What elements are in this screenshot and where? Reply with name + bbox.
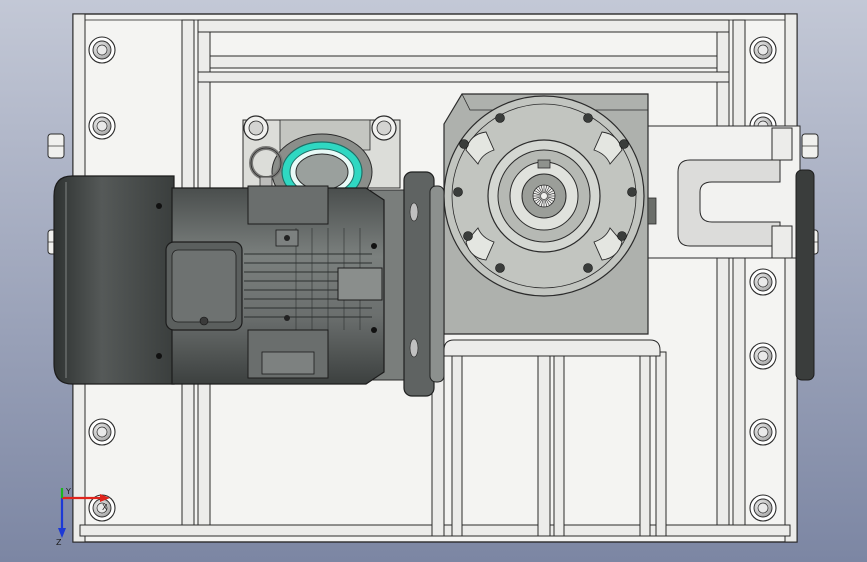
top-beam-3 xyxy=(197,71,730,83)
motor-fan-cover xyxy=(53,175,175,385)
hex-bolt-icon xyxy=(749,268,777,296)
gearbox-screw xyxy=(463,231,473,241)
gearbox-screw xyxy=(617,231,627,241)
hex-bolt-icon xyxy=(749,36,777,64)
cad-drawing[interactable]: X Y Z xyxy=(0,0,867,562)
triad-y-label: Y xyxy=(65,487,71,496)
right-inner-rail-2 xyxy=(732,19,746,537)
gearbox-screw xyxy=(495,113,505,123)
hex-bolt-icon xyxy=(88,112,116,140)
gearbox-screw xyxy=(495,263,505,273)
triad-z-label: Z xyxy=(56,538,62,547)
gearbox-screw xyxy=(453,187,463,197)
side-nut xyxy=(801,133,819,159)
top-beam xyxy=(197,19,730,33)
right-side-plate xyxy=(795,169,815,381)
support-leg-3 xyxy=(537,351,551,537)
hex-bolt-icon xyxy=(88,418,116,446)
gearbox-screw xyxy=(459,139,469,149)
side-nut xyxy=(47,133,65,159)
gearbox-screw xyxy=(583,113,593,123)
cad-viewport[interactable]: X Y Z xyxy=(0,0,867,562)
hex-bolt-icon xyxy=(88,36,116,64)
electric-motor[interactable] xyxy=(53,175,385,385)
gearbox-screw xyxy=(583,263,593,273)
hex-bolt-icon xyxy=(749,494,777,522)
right-outer-rail xyxy=(784,13,798,543)
motor-foot-top xyxy=(247,185,329,225)
support-leg-5 xyxy=(639,345,651,537)
triad-x-label: X xyxy=(102,503,108,512)
gearbox-screw xyxy=(619,139,629,149)
gearbox-screw xyxy=(627,187,637,197)
worm-gearbox[interactable] xyxy=(443,93,661,357)
hex-bolt-icon xyxy=(749,342,777,370)
top-beam-2 xyxy=(209,55,718,69)
support-leg-2 xyxy=(451,351,463,537)
right-inner-rail xyxy=(716,19,730,537)
hex-bolt-icon xyxy=(749,418,777,446)
support-leg-4 xyxy=(553,351,565,537)
support-leg-6 xyxy=(655,351,667,537)
